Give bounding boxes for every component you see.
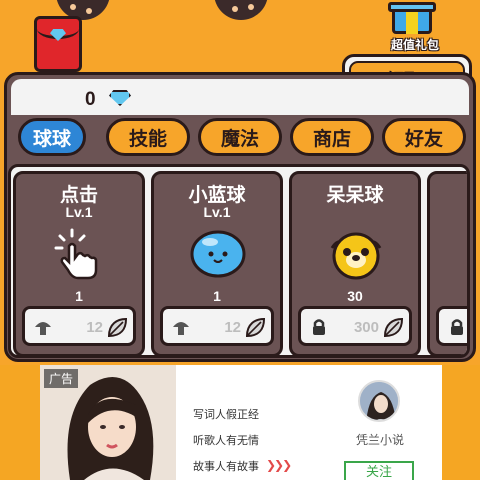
unlock-button[interactable] bbox=[436, 306, 467, 346]
unlock-button[interactable]: 300 bbox=[298, 306, 412, 346]
ad-text-line: 听歌人有无情 bbox=[193, 435, 259, 447]
gem-count: 0 bbox=[85, 89, 96, 110]
card-name: 小蓝球 bbox=[188, 185, 246, 206]
gift-pack-button[interactable]: 超值礼包 bbox=[386, 2, 448, 52]
diamond-icon bbox=[50, 29, 66, 41]
tap-hand-icon bbox=[54, 228, 98, 280]
ball-list[interactable]: 点击 Lv.1 1 12 小蓝球 Lv.1 1 12 呆呆球 30 300 bbox=[8, 164, 470, 358]
tab-magic[interactable]: 魔法 bbox=[198, 118, 282, 156]
top-ball-right bbox=[214, 0, 268, 20]
leaf-icon bbox=[107, 317, 128, 338]
tab-skills[interactable]: 技能 bbox=[106, 118, 190, 156]
gift-pack-label: 超值礼包 bbox=[390, 38, 439, 52]
padlock-icon bbox=[451, 319, 463, 335]
leaf-icon bbox=[383, 317, 404, 338]
ball-card-partial bbox=[427, 171, 467, 355]
ball-card-tap: 点击 Lv.1 1 12 bbox=[13, 171, 145, 355]
card-name: 呆呆球 bbox=[326, 185, 384, 206]
upgrade-cost: 12 bbox=[224, 319, 241, 336]
upgrade-cost: 12 bbox=[86, 319, 103, 336]
ad-image: 广告 bbox=[40, 365, 176, 480]
tab-shop[interactable]: 商店 bbox=[290, 118, 374, 156]
author-avatar bbox=[358, 380, 400, 422]
tab-friends[interactable]: 好友 bbox=[382, 118, 466, 156]
yellow-dog-ball-icon bbox=[330, 232, 382, 280]
card-name: 点击 bbox=[59, 185, 98, 206]
mushroom-lock-icon bbox=[173, 322, 189, 335]
upgrade-button[interactable]: 12 bbox=[22, 306, 136, 346]
card-level: Lv.1 bbox=[203, 204, 231, 220]
ad-banner[interactable]: 广告 写词人假正经 听歌人有无情 故事人有故事 ❯❯❯ 凭兰小说 关注 bbox=[40, 365, 442, 480]
ad-author-name: 凭兰小说 bbox=[355, 433, 404, 447]
game-screen: 超值礼包 领取 23 0 球球 技能 魔法 商店 好友 点击 Lv.1 bbox=[0, 0, 480, 365]
blue-ball-icon bbox=[190, 230, 246, 278]
card-value: 1 bbox=[213, 288, 221, 304]
unlock-cost: 300 bbox=[353, 319, 379, 336]
arrow-icon: ❯❯❯ bbox=[266, 458, 292, 472]
panel-header: 0 bbox=[11, 79, 469, 115]
card-value: 1 bbox=[75, 288, 83, 304]
leaf-icon bbox=[245, 317, 266, 338]
mushroom-lock-icon bbox=[35, 322, 51, 335]
ad-tag: 广告 bbox=[44, 369, 79, 388]
card-value: 30 bbox=[347, 288, 363, 304]
upgrade-button[interactable]: 12 bbox=[160, 306, 274, 346]
card-level: Lv.1 bbox=[65, 204, 93, 220]
tab-balls[interactable]: 球球 bbox=[18, 118, 86, 156]
follow-button[interactable]: 关注 bbox=[344, 461, 414, 480]
ball-card-dumb: 呆呆球 30 300 bbox=[289, 171, 421, 355]
ball-card-small-blue: 小蓝球 Lv.1 1 12 bbox=[151, 171, 283, 355]
ad-text-line: 故事人有故事 bbox=[193, 461, 259, 473]
padlock-icon bbox=[313, 319, 325, 335]
red-packet-button[interactable] bbox=[34, 16, 82, 72]
ad-text-line: 写词人假正经 bbox=[193, 409, 259, 421]
diamond-icon bbox=[109, 90, 131, 106]
tab-bar: 球球 技能 魔法 商店 好友 bbox=[14, 118, 470, 158]
